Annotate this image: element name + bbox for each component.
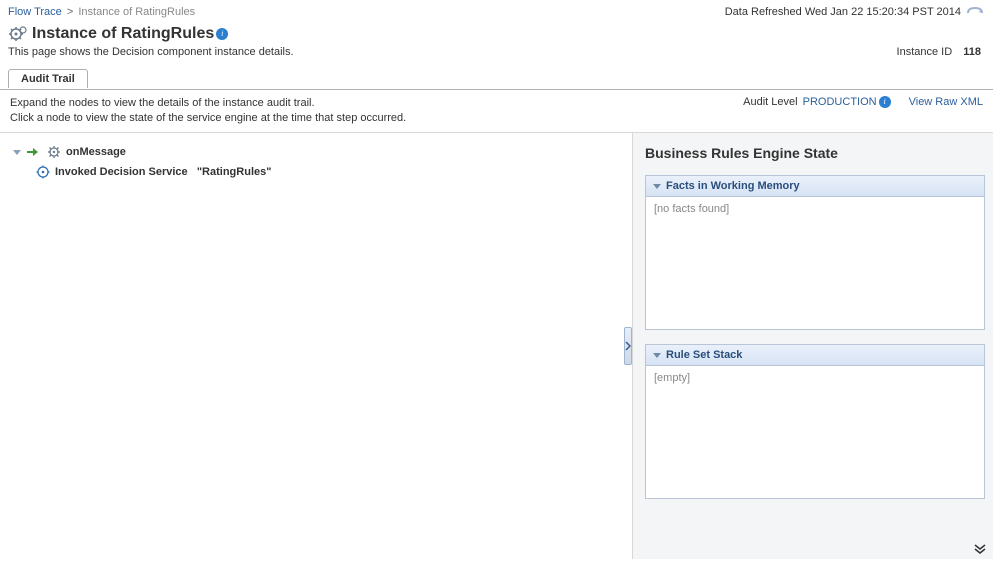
facts-section-header[interactable]: Facts in Working Memory [646, 176, 984, 197]
decision-service-icon [35, 164, 51, 180]
breadcrumb-link-flow-trace[interactable]: Flow Trace [8, 6, 62, 18]
audit-level-label: Audit Level [743, 96, 797, 108]
tree-child-name: "RatingRules" [197, 166, 272, 178]
instance-id-row: Instance ID 118 [897, 46, 981, 58]
instance-id-value: 118 [963, 46, 981, 58]
arrow-forward-icon [25, 144, 41, 160]
breadcrumb-separator: > [67, 6, 73, 18]
tree-collapse-icon[interactable] [12, 147, 22, 157]
component-gear-icon [8, 24, 28, 44]
instructions: Expand the nodes to view the details of … [10, 96, 406, 126]
ruleset-body: [empty] [646, 366, 984, 498]
info-icon[interactable]: i [879, 96, 891, 108]
tree-node-invoked-decision-service[interactable]: Invoked Decision Service "RatingRules" [55, 166, 271, 178]
facts-header-label: Facts in Working Memory [666, 180, 800, 192]
page-subtitle: This page shows the Decision component i… [8, 46, 294, 58]
tab-bar: Audit Trail [0, 68, 993, 90]
instance-id-label: Instance ID [897, 46, 953, 58]
ruleset-header-label: Rule Set Stack [666, 349, 742, 361]
audit-trail-tree: onMessage Invoked Decision Service "Rati… [0, 133, 624, 559]
tree-child-prefix: Invoked Decision Service [55, 166, 188, 178]
scroll-down-icon[interactable] [973, 543, 987, 555]
collapse-icon [652, 181, 662, 191]
facts-section: Facts in Working Memory [no facts found] [645, 175, 985, 330]
view-raw-xml-link[interactable]: View Raw XML [909, 96, 983, 108]
splitter [624, 133, 632, 559]
gear-icon [46, 144, 62, 160]
ruleset-section-header[interactable]: Rule Set Stack [646, 345, 984, 366]
instructions-line2: Click a node to view the state of the se… [10, 111, 406, 126]
page-title: Instance of RatingRules [32, 25, 214, 43]
refresh-icon[interactable] [965, 4, 985, 20]
instructions-line1: Expand the nodes to view the details of … [10, 96, 406, 111]
engine-state-panel: Business Rules Engine State Facts in Wor… [632, 133, 993, 559]
engine-state-title: Business Rules Engine State [645, 145, 985, 161]
ruleset-section: Rule Set Stack [empty] [645, 344, 985, 499]
tab-audit-trail[interactable]: Audit Trail [8, 69, 88, 88]
audit-level-value[interactable]: PRODUCTION [803, 96, 877, 108]
tree-node-onmessage[interactable]: onMessage [66, 146, 126, 158]
info-icon[interactable]: i [216, 28, 228, 40]
data-refreshed-label: Data Refreshed Wed Jan 22 15:20:34 PST 2… [725, 6, 961, 18]
breadcrumb-current: Instance of RatingRules [78, 6, 195, 18]
audit-level: Audit Level PRODUCTIONi [743, 96, 890, 108]
collapse-icon [652, 350, 662, 360]
breadcrumb: Flow Trace > Instance of RatingRules [8, 6, 195, 18]
splitter-handle[interactable] [624, 327, 632, 365]
facts-body: [no facts found] [646, 197, 984, 329]
